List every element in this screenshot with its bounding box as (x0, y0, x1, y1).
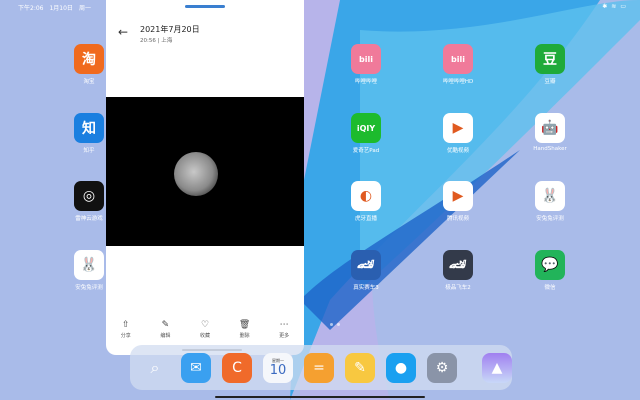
gallery-icon[interactable]: ▲ (482, 352, 512, 383)
search-icon[interactable]: ⌕ (140, 353, 170, 383)
toolbar-label: 编辑 (160, 333, 171, 339)
battery-icon: ▭ (620, 3, 626, 10)
moon-image (174, 152, 218, 196)
toolbar-more-button[interactable]: ⋯ 更多 (269, 320, 299, 339)
app-label: 腾讯视频 (446, 216, 469, 222)
app-14[interactable]: 🏎 极品飞车2 (428, 250, 488, 291)
notes-icon[interactable]: = (304, 352, 334, 383)
app-label: 微信 (544, 285, 556, 291)
window-drag-handle[interactable] (185, 5, 225, 8)
toolbar-label: 分享 (120, 333, 131, 339)
app-10[interactable]: ◐ 虎牙直播 (336, 181, 396, 222)
status-bar: 下午2:06 1月10日 周一 (18, 3, 91, 12)
dock: ⌕ ✉ C 星期一 10 = ✎ ● ⚙ ▲ (130, 345, 512, 390)
app-icon: 🏎 (443, 250, 473, 280)
app-11[interactable]: ▶ 腾讯视频 (428, 181, 488, 222)
app-6[interactable]: 豆豆瓣 (520, 44, 580, 85)
page-indicator (330, 323, 340, 326)
photo-image[interactable] (106, 97, 304, 246)
mail-icon[interactable]: ✉ (181, 352, 211, 383)
app-label: 爱奇艺Pad (352, 148, 380, 154)
trash-icon: 🗑 (238, 320, 251, 330)
toolbar-label: 收藏 (199, 333, 210, 339)
app-icon: bili (443, 44, 473, 74)
toolbar-edit-button[interactable]: ✎ 编辑 (150, 320, 180, 339)
app-icon: 🤖 (535, 113, 565, 143)
app-label: 极品飞车2 (445, 285, 471, 291)
app-icon: iQIY (351, 113, 381, 143)
app-icon: 🐰 (535, 181, 565, 211)
app-icon: 知 (74, 113, 104, 143)
toolbar-label: 更多 (279, 333, 290, 339)
app-label: 虎牙直播 (354, 216, 377, 222)
app-5[interactable]: bili 哔哩哔哩HD (428, 44, 488, 85)
toolbar-trash-button[interactable]: 🗑 删除 (230, 320, 260, 339)
browser-icon[interactable]: C (222, 352, 252, 383)
app-icon: ◎ (74, 181, 104, 211)
app-icon: 淘 (74, 44, 104, 74)
app-label: 真实赛车3 (353, 285, 379, 291)
app-label: 优酷视频 (446, 148, 469, 154)
wifi-icon: ≋ (611, 3, 617, 10)
app-13[interactable]: 🏎 真实赛车3 (336, 250, 396, 291)
app-icon: 豆 (535, 44, 565, 74)
app-icon: bili (351, 44, 381, 74)
app-icon: 🐰 (74, 250, 104, 280)
photo-time-location: 20:56 | 上海 (140, 38, 173, 44)
messages-icon[interactable]: ● (386, 352, 416, 383)
app-label: 安兔兔评测 (536, 216, 564, 222)
app-label: 豆瓣 (544, 79, 556, 85)
app-icon: ◐ (351, 181, 381, 211)
app-label: HandShaker (533, 146, 567, 152)
pen-icon[interactable]: ✎ (345, 352, 375, 383)
app-8[interactable]: ▶ 优酷视频 (428, 113, 488, 154)
calendar-day: 10 (269, 363, 287, 378)
heart-icon: ♡ (200, 320, 210, 330)
app-7[interactable]: iQIY 爱奇艺Pad (336, 113, 396, 154)
status-date: 1月10日 (49, 5, 73, 12)
toolbar-heart-button[interactable]: ♡ 收藏 (190, 320, 220, 339)
app-12[interactable]: 🐰 安兔兔评测 (520, 181, 580, 222)
photo-toolbar: ⇧ 分享 ✎ 编辑 ♡ 收藏 🗑 删除 ⋯ 更多 (106, 320, 304, 339)
more-icon: ⋯ (279, 320, 289, 330)
share-icon: ⇧ (122, 320, 130, 330)
back-arrow-icon[interactable]: ← (118, 25, 128, 39)
app-label: 哔哩哔哩HD (442, 79, 474, 85)
app-4[interactable]: bili 哔哩哔哩 (336, 44, 396, 85)
toolbar-share-button[interactable]: ⇧ 分享 (111, 320, 141, 339)
app-icon: 💬 (535, 250, 565, 280)
settings-icon[interactable]: ⚙ (427, 352, 457, 383)
app-label: 哔哩哔哩 (354, 79, 377, 85)
app-15[interactable]: 💬 微信 (520, 250, 580, 291)
edit-icon: ✎ (161, 320, 170, 330)
status-weekday: 周一 (78, 5, 91, 12)
home-indicator[interactable] (215, 396, 425, 398)
bluetooth-icon: ✱ (602, 3, 608, 10)
toolbar-label: 删除 (239, 333, 250, 339)
photo-date-title: 2021年7月20日 (140, 25, 200, 34)
calendar-icon[interactable]: 星期一 10 (263, 352, 293, 383)
app-icon: ▶ (443, 113, 473, 143)
app-icon: 🏎 (351, 250, 381, 280)
photo-viewer-window[interactable]: ← 2021年7月20日 20:56 | 上海 ⇧ 分享 ✎ 编辑 ♡ 收藏 🗑 删除 ⋯ 更多 (106, 0, 304, 355)
app-icon: ▶ (443, 181, 473, 211)
status-icons: ✱ ≋ ▭ (602, 3, 626, 10)
app-9[interactable]: 🤖 HandShaker (520, 113, 580, 152)
status-time: 下午2:06 (18, 5, 44, 12)
